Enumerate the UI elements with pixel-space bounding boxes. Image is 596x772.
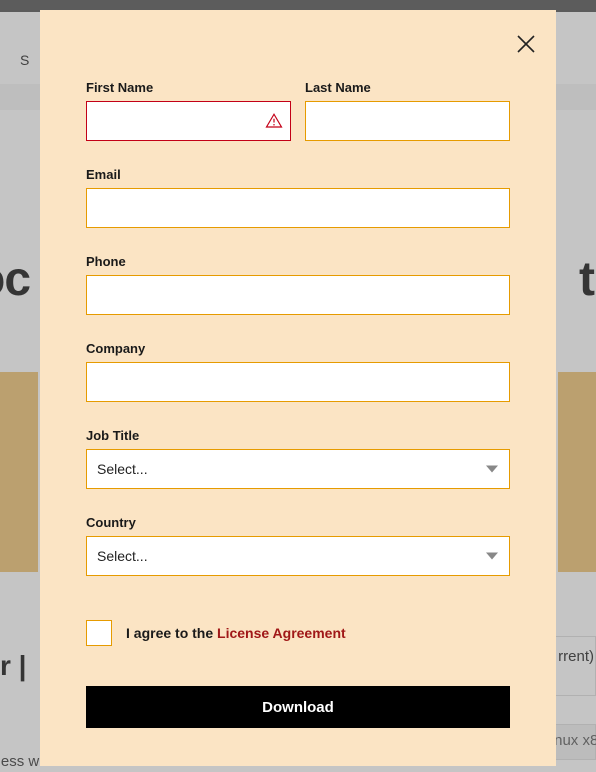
agree-checkbox[interactable] (86, 620, 112, 646)
country-label: Country (86, 515, 510, 530)
job-title-select[interactable]: Select... (86, 449, 510, 489)
job-title-selected: Select... (97, 461, 148, 477)
last-name-field: Last Name (305, 80, 510, 141)
close-icon (514, 32, 538, 56)
chevron-down-icon (486, 466, 498, 473)
company-label: Company (86, 341, 510, 356)
last-name-label: Last Name (305, 80, 510, 95)
company-field: Company (86, 341, 510, 402)
download-form-modal: First Name Last Name Email Phone (40, 10, 556, 766)
last-name-input[interactable] (305, 101, 510, 141)
agree-text: I agree to the License Agreement (126, 625, 346, 641)
company-input[interactable] (86, 362, 510, 402)
country-field: Country Select... (86, 515, 510, 576)
email-field: Email (86, 167, 510, 228)
email-label: Email (86, 167, 510, 182)
close-button[interactable] (514, 32, 538, 56)
phone-field: Phone (86, 254, 510, 315)
agree-row: I agree to the License Agreement (86, 620, 510, 646)
country-selected: Select... (97, 548, 148, 564)
job-title-label: Job Title (86, 428, 510, 443)
phone-input[interactable] (86, 275, 510, 315)
chevron-down-icon (486, 553, 498, 560)
first-name-field: First Name (86, 80, 291, 141)
phone-label: Phone (86, 254, 510, 269)
email-input[interactable] (86, 188, 510, 228)
agree-prefix: I agree to the (126, 625, 217, 641)
warning-icon (265, 112, 283, 130)
job-title-field: Job Title Select... (86, 428, 510, 489)
first-name-label: First Name (86, 80, 291, 95)
country-select[interactable]: Select... (86, 536, 510, 576)
license-agreement-link[interactable]: License Agreement (217, 625, 346, 641)
first-name-input[interactable] (86, 101, 291, 141)
download-button[interactable]: Download (86, 686, 510, 728)
